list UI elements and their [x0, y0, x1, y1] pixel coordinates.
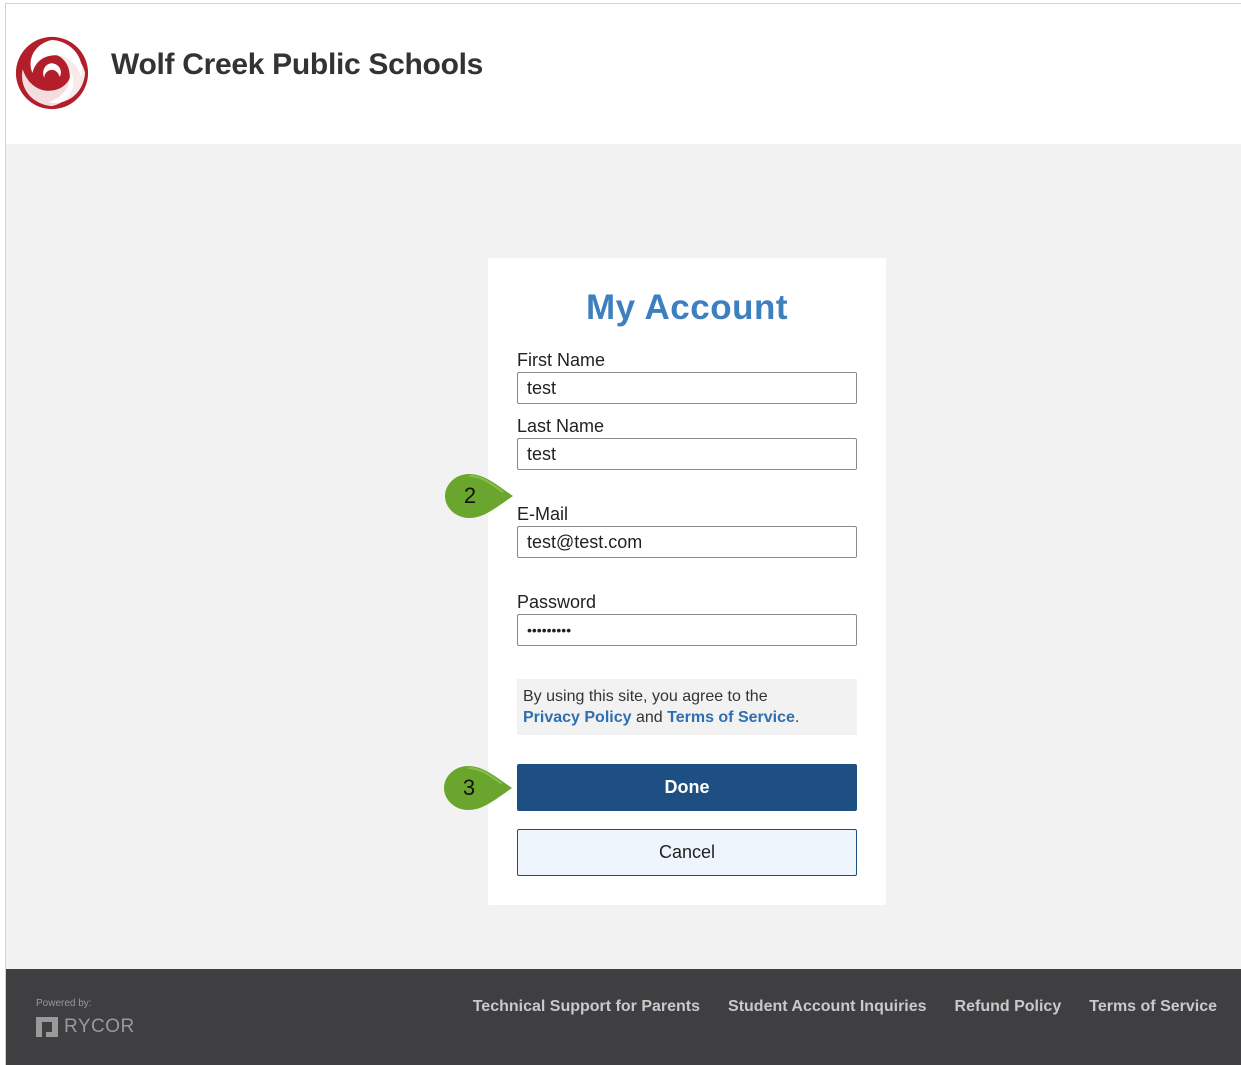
last-name-label: Last Name — [517, 416, 605, 436]
step-2-number: 2 — [463, 483, 477, 508]
page-title: My Account — [585, 288, 789, 327]
terms-of-service-link[interactable]: Terms of Service — [667, 709, 795, 726]
step-2-callout: 2 — [443, 472, 515, 520]
powered-by-label: Powered by: — [36, 998, 92, 1009]
footer-nav: Technical Support for Parents Student Ac… — [445, 998, 1241, 1016]
footer-link-refund-policy[interactable]: Refund Policy — [955, 998, 1062, 1016]
password-input[interactable] — [517, 614, 857, 646]
rycor-logo: RYCOR — [36, 1016, 135, 1038]
main-content: My Account First Name Last Name E-Mail P… — [6, 144, 1241, 969]
footer-link-terms-of-service[interactable]: Terms of Service — [1089, 998, 1217, 1016]
page-frame: Wolf Creek Public Schools My Account Fir… — [5, 3, 1241, 1065]
email-input[interactable] — [517, 526, 857, 558]
footer-link-technical-support[interactable]: Technical Support for Parents — [473, 998, 700, 1016]
footer-link-student-account[interactable]: Student Account Inquiries — [728, 998, 927, 1016]
step-3-callout: 3 — [442, 764, 514, 812]
swirl-logo-icon — [15, 36, 89, 110]
site-footer: Powered by: RYCOR Technical Support for … — [6, 969, 1241, 1065]
terms-suffix: . — [794, 709, 800, 726]
done-button[interactable]: Done — [517, 764, 857, 811]
first-name-label: First Name — [517, 350, 606, 370]
terms-notice: By using this site, you agree to the Pri… — [517, 679, 857, 735]
account-card: My Account First Name Last Name E-Mail P… — [488, 258, 886, 905]
privacy-policy-link[interactable]: Privacy Policy — [523, 709, 632, 726]
step-3-number: 3 — [462, 775, 476, 800]
email-label: E-Mail — [517, 504, 569, 524]
rycor-brand-text: RYCOR — [64, 1016, 135, 1037]
cancel-button[interactable]: Cancel — [517, 829, 857, 876]
rycor-mark-icon — [36, 1017, 58, 1037]
last-name-input[interactable] — [517, 438, 857, 470]
first-name-input[interactable] — [517, 372, 857, 404]
site-header: Wolf Creek Public Schools — [6, 4, 1241, 144]
school-name: Wolf Creek Public Schools — [111, 48, 484, 81]
terms-and: and — [635, 709, 663, 726]
password-label: Password — [517, 592, 597, 612]
terms-prefix: By using this site, you agree to the — [523, 688, 768, 705]
